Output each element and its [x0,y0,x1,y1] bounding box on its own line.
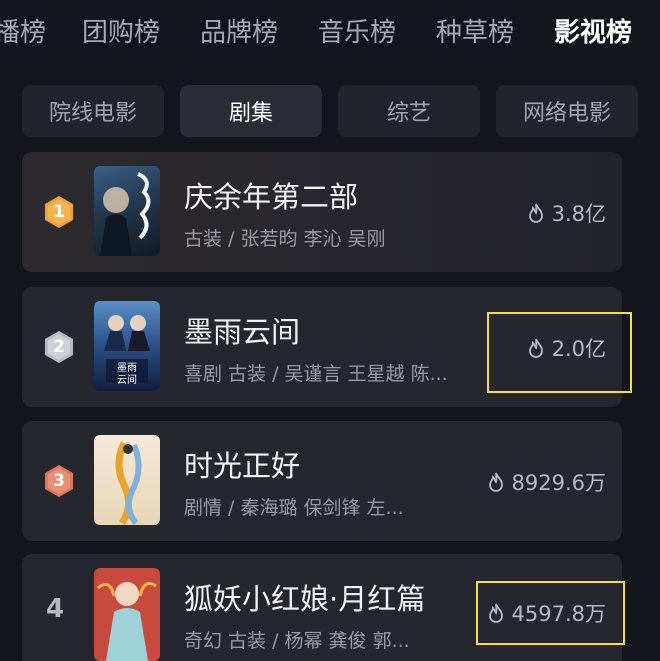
category-cinema-movie[interactable]: 院线电影 [22,85,164,137]
poster-image: 墨雨 云间 [94,301,160,391]
tab-brand-rank[interactable]: 品牌榜 [200,14,278,52]
poster-image [94,166,160,256]
show-title: 庆余年第二部 [184,180,359,214]
svg-text:云间: 云间 [117,373,137,386]
rank-number: 4 [46,594,65,624]
flame-icon [488,472,503,492]
show-tags: 奇幻 古装 / 杨幂 龚俊 郭... [184,630,410,652]
ranking-card[interactable]: 1 庆余年第二部 古装 / 张若昀 李沁 吴刚 3.8亿 [22,152,622,272]
show-tags: 古装 / 张若昀 李沁 吴刚 [184,228,386,250]
tab-film-tv-rank[interactable]: 影视榜 [554,14,632,52]
show-tags: 剧情 / 秦海璐 保剑锋 左... [184,497,404,519]
category-variety-show[interactable]: 综艺 [338,85,480,137]
rank-number: 3 [53,471,65,491]
heat-text: 3.8亿 [551,202,606,226]
highlight-box [487,312,632,393]
ranking-card[interactable]: 3 时光正好 剧情 / 秦海璐 保剑锋 左... 8929.6万 [22,421,622,541]
category-tv-series[interactable]: 剧集 [180,85,322,137]
tab-group-buy-rank[interactable]: 团购榜 [82,14,160,52]
rank-badge-silver: 2 [42,330,76,364]
svg-text:墨雨: 墨雨 [117,362,137,374]
rank-number: 2 [53,337,65,357]
heat-value: 3.8亿 [526,198,606,228]
poster-image [94,435,160,525]
show-title: 时光正好 [184,449,301,483]
ranking-type-tabs: 播榜 团购榜 品牌榜 音乐榜 种草榜 影视榜 [0,0,660,66]
flame-icon [528,203,543,223]
category-web-movie[interactable]: 网络电影 [496,85,638,137]
rank-number: 1 [53,202,65,222]
tab-broadcast-rank[interactable]: 播榜 [0,14,46,52]
show-tags: 喜剧 古装 / 吴谨言 王星越 陈... [184,363,448,385]
heat-text: 8929.6万 [511,471,606,495]
rank-badge-bronze: 3 [42,464,76,498]
show-title: 狐妖小红娘·月红篇 [184,582,426,616]
highlight-box [476,581,625,645]
tab-music-rank[interactable]: 音乐榜 [318,14,396,52]
show-title: 墨雨云间 [184,315,301,349]
poster-image [94,568,160,661]
rank-badge-gold: 1 [42,195,76,229]
heat-value: 8929.6万 [486,467,606,497]
tab-recommend-rank[interactable]: 种草榜 [436,14,514,52]
